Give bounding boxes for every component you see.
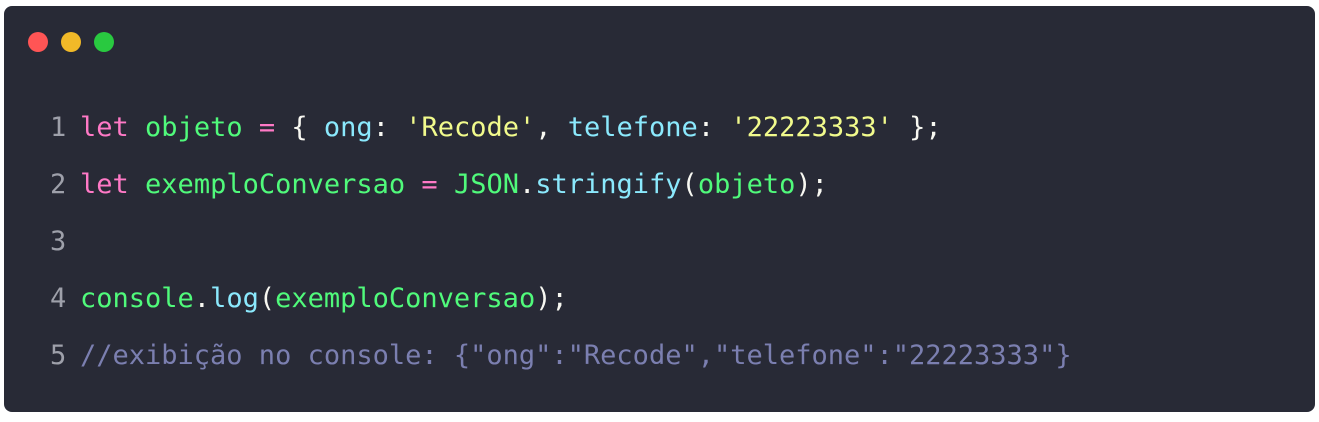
code-token: ( xyxy=(258,283,276,314)
code-token: ( xyxy=(681,169,698,200)
code-token: exemploConversao xyxy=(275,283,536,314)
code-token: ); xyxy=(535,283,568,314)
code-line: 1 let objeto = { ong: 'Recode', telefone:… xyxy=(50,99,1072,156)
code-token: objeto xyxy=(145,112,243,143)
code-token: stringify xyxy=(535,169,682,200)
line-number: 4 xyxy=(50,283,67,314)
code-token: : xyxy=(697,112,731,143)
close-dot-icon[interactable] xyxy=(28,32,48,52)
code-token: , xyxy=(535,112,568,143)
code-window: 1 let objeto = { ong: 'Recode', telefone:… xyxy=(4,6,1315,412)
code-line: 5 //exibição no console: {"ong":"Recode",… xyxy=(50,327,1072,384)
maximize-dot-icon[interactable] xyxy=(94,32,114,52)
code-token: }; xyxy=(892,112,942,143)
code-token: //exibição no console: {"ong":"Recode","… xyxy=(80,340,1072,371)
code-token: : xyxy=(372,112,406,143)
code-token: 'Recode' xyxy=(405,112,536,143)
code-token: console xyxy=(80,283,194,314)
line-number: 3 xyxy=(50,226,67,257)
code-token: ong xyxy=(323,112,373,143)
code-token: JSON xyxy=(453,169,519,200)
code-token: { xyxy=(275,112,324,143)
code-token: let xyxy=(80,169,129,200)
code-token: ); xyxy=(795,169,828,200)
code-token: '22223333' xyxy=(730,112,893,143)
code-token: exemploConversao xyxy=(145,169,406,200)
code-token: let xyxy=(80,112,129,143)
line-number: 1 xyxy=(50,112,67,143)
minimize-dot-icon[interactable] xyxy=(61,32,81,52)
code-token: = xyxy=(421,169,438,200)
code-line: 2 let exemploConversao = JSON.stringify(o… xyxy=(50,156,1072,213)
code-line: 3 xyxy=(50,213,1072,270)
code-block: 1 let objeto = { ong: 'Recode', telefone:… xyxy=(50,99,1072,384)
line-number: 5 xyxy=(50,340,67,371)
code-token: . xyxy=(193,283,211,314)
code-line: 4 console.log(exemploConversao); xyxy=(50,270,1072,327)
code-token: telefone xyxy=(567,112,698,143)
line-number: 2 xyxy=(50,169,67,200)
code-token: . xyxy=(518,169,536,200)
window-controls xyxy=(28,32,114,52)
code-token: objeto xyxy=(697,169,796,200)
code-token: log xyxy=(210,283,259,314)
code-token: = xyxy=(258,112,276,143)
